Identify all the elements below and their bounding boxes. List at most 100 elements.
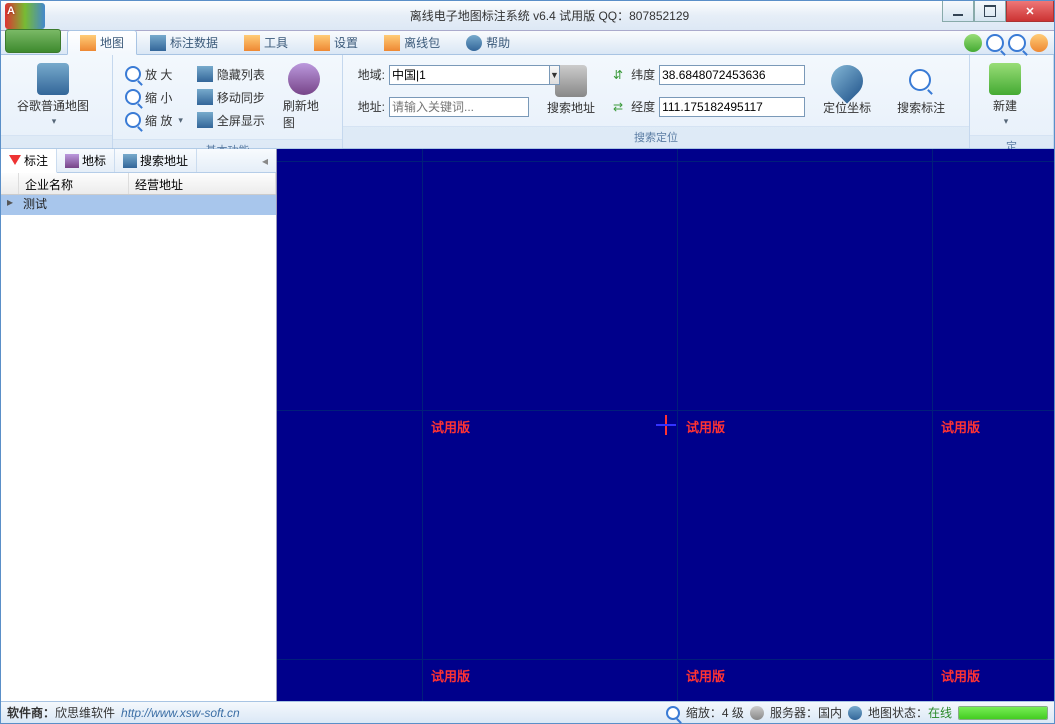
fullscreen-button[interactable]: 全屏显示 (193, 110, 269, 131)
zoom-out-button[interactable]: 缩 小 (121, 87, 187, 108)
map-tile: 试用版 (677, 659, 932, 701)
window-title: 离线电子地图标注系统 v6.4 试用版 QQ：807852129 (45, 7, 1054, 24)
map-tile: 试用版 (677, 410, 932, 659)
pin-icon (824, 58, 869, 103)
table-row[interactable]: ▸ 测试 (1, 195, 276, 215)
chat-icon (123, 154, 137, 168)
landmark-icon (65, 154, 79, 168)
row-pointer-icon: ▸ (1, 195, 19, 215)
magnify-icon (125, 112, 141, 128)
zoom-in-icon[interactable] (986, 34, 1004, 52)
close-button[interactable] (1006, 1, 1054, 22)
vendor-label: 软件商： (7, 706, 55, 720)
side-tab-landmark[interactable]: 地标 (57, 149, 115, 172)
tab-offlinepkg-label: 离线包 (404, 34, 440, 51)
ribbon: 谷歌普通地图 放 大 缩 小 缩 放 隐藏列表 移动同步 全屏显示 (1, 55, 1054, 149)
gear-icon (314, 35, 330, 51)
lng-input[interactable] (659, 97, 805, 117)
minimize-button[interactable] (942, 1, 974, 22)
map-tile: 试用版 (677, 149, 932, 161)
refresh-map-button[interactable]: 刷新地图 (275, 59, 334, 135)
zoom-status-icon (666, 706, 680, 720)
side-tab-search[interactable]: 搜索地址 (115, 149, 197, 172)
map-tile: 试用版 (932, 149, 1054, 161)
crosshair-icon (656, 415, 676, 435)
window-controls (942, 1, 1054, 22)
map-tile: 试用版 (932, 410, 1054, 659)
map-canvas[interactable]: 试用版 试用版 试用版 试用版 试用版 试用版 试用版 试用版 试用版 试用版 … (277, 149, 1054, 701)
side-panel: 标注 地标 搜索地址 ◂ 企业名称 经营地址 ▸ 测试 (1, 149, 277, 701)
main-area: 标注 地标 搜索地址 ◂ 企业名称 经营地址 ▸ 测试 试用版 试用版 试用版 … (1, 149, 1054, 701)
app-window: 离线电子地图标注系统 v6.4 试用版 QQ：807852129 地图 标注数据… (0, 0, 1055, 724)
info-icon[interactable] (1030, 34, 1048, 52)
tab-map-label: 地图 (100, 34, 124, 51)
move-sync-button[interactable]: 移动同步 (193, 87, 269, 108)
ribbon-group-basic: 放 大 缩 小 缩 放 隐藏列表 移动同步 全屏显示 刷新地图 基本功能 (113, 55, 343, 148)
map-tile: 试用版 (277, 659, 422, 701)
region-combo[interactable]: ▼ (389, 65, 529, 85)
lat-label: 纬度 (627, 66, 655, 83)
tab-offlinepkg[interactable]: 离线包 (371, 30, 453, 54)
tab-markdata-label: 标注数据 (170, 34, 218, 51)
hide-columns-button[interactable]: 隐藏列表 (193, 64, 269, 85)
mapstate-label: 地图状态： (868, 706, 928, 720)
grid-header-addr[interactable]: 经营地址 (129, 173, 276, 194)
vendor-url[interactable]: http://www.xsw-soft.cn (121, 706, 240, 720)
fullscreen-icon (197, 112, 213, 128)
region-input[interactable] (389, 65, 549, 85)
tab-help[interactable]: 帮助 (453, 30, 523, 54)
server-value: 国内 (818, 706, 842, 720)
progress-fill (959, 707, 1047, 719)
tab-map[interactable]: 地图 (67, 30, 137, 55)
tab-settings[interactable]: 设置 (301, 30, 371, 54)
side-tab-landmark-label: 地标 (82, 152, 106, 169)
map-tile (277, 161, 422, 410)
ribbon-group-mapsource: 谷歌普通地图 (1, 55, 113, 148)
tab-help-label: 帮助 (486, 34, 510, 51)
map-tile: 试用版 (277, 149, 422, 161)
map-tile (677, 161, 932, 410)
zoom-in-button[interactable]: 放 大 (121, 64, 187, 85)
side-tab-chevron[interactable]: ◂ (254, 149, 276, 172)
side-tab-marker[interactable]: 标注 (1, 149, 57, 173)
region-label: 地域: (351, 66, 385, 83)
tab-settings-label: 设置 (334, 34, 358, 51)
zoom-status-label: 缩放： (686, 706, 722, 720)
ribbon-group-search: 地域: ▼ 地址: 搜索地址 (343, 55, 970, 148)
zoom-out-icon[interactable] (1008, 34, 1026, 52)
search-marker-label: 搜索标注 (897, 99, 945, 116)
app-menu-button[interactable] (5, 29, 61, 53)
magnify-plus-icon (125, 66, 141, 82)
map-source-button[interactable]: 谷歌普通地图 (9, 59, 97, 131)
ribbon-tabs: 地图 标注数据 工具 设置 离线包 帮助 (1, 31, 1054, 55)
grid-header-name[interactable]: 企业名称 (19, 173, 129, 194)
lat-arrow-icon: ⇵ (613, 68, 623, 82)
tab-markdata[interactable]: 标注数据 (137, 30, 231, 54)
locate-coord-button[interactable]: 定位坐标 (815, 61, 879, 120)
package-icon (384, 35, 400, 51)
status-bar: 软件商：欣思维软件 http://www.xsw-soft.cn 缩放：4 级 … (1, 701, 1054, 723)
progress-bar (958, 706, 1048, 720)
lat-input[interactable] (659, 65, 805, 85)
refresh-icon[interactable] (964, 34, 982, 52)
marker-icon (9, 155, 21, 171)
maximize-button[interactable] (974, 1, 1006, 22)
mapstate-icon (848, 706, 862, 720)
zoom-button[interactable]: 缩 放 (121, 110, 187, 131)
map-tile: 试用版 (422, 149, 677, 161)
magnify-minus-icon (125, 89, 141, 105)
list-icon (197, 66, 213, 82)
address-input[interactable] (389, 97, 529, 117)
quick-toolbar (964, 34, 1048, 52)
search-marker-button[interactable]: 搜索标注 (889, 61, 953, 120)
mapstate-value: 在线 (928, 706, 952, 720)
tab-tools[interactable]: 工具 (231, 30, 301, 54)
row-addr (129, 195, 276, 215)
tab-tools-label: 工具 (264, 34, 288, 51)
data-icon (150, 35, 166, 51)
chevron-down-icon[interactable]: ▼ (549, 65, 560, 85)
new-marker-button[interactable]: 新建 (978, 59, 1032, 131)
server-label: 服务器： (770, 706, 818, 720)
refresh-map-label: 刷新地图 (283, 97, 326, 131)
hide-columns-label: 隐藏列表 (217, 66, 265, 83)
